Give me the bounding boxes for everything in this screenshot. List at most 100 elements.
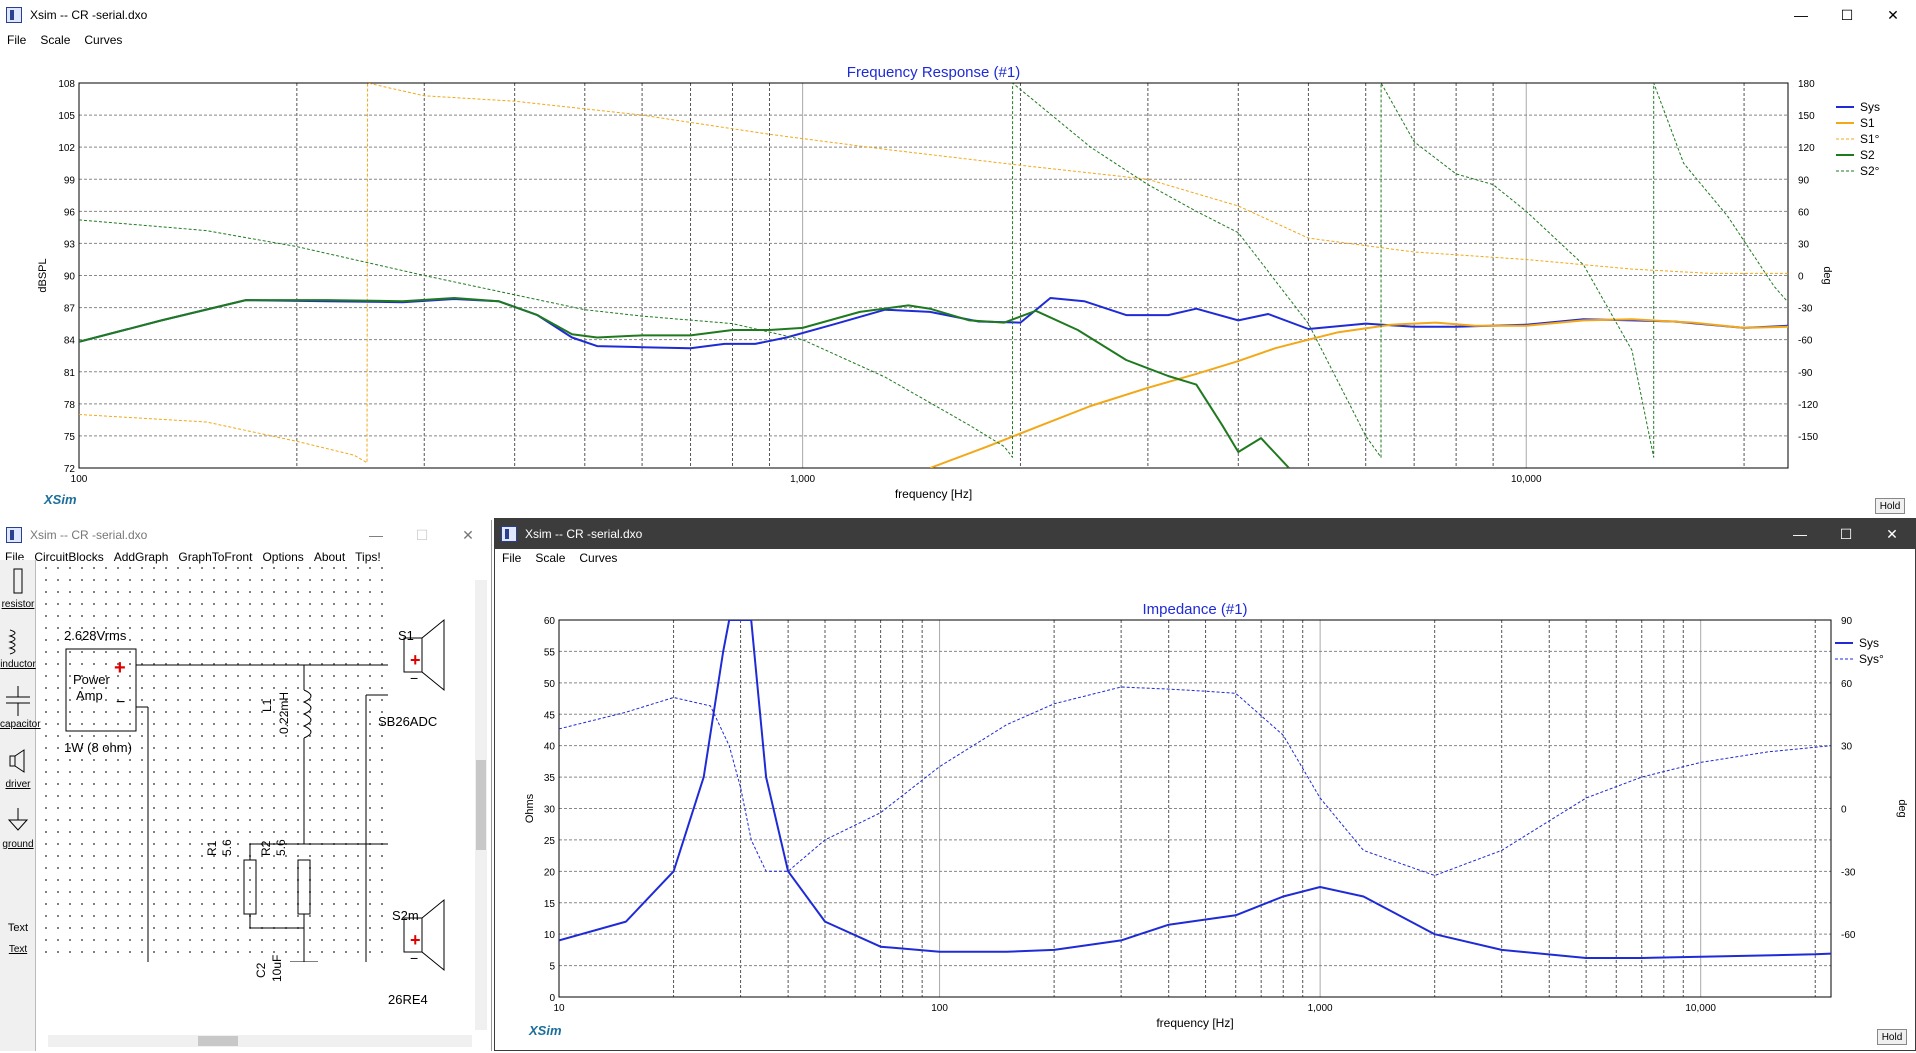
series-line-s1-phase: [79, 83, 1788, 464]
menu-curves[interactable]: Curves: [77, 33, 129, 47]
horizontal-scrollbar[interactable]: [48, 1035, 472, 1047]
frequency-response-svg[interactable]: 1081051029996939087848178757218015012090…: [0, 50, 1916, 520]
vertical-scrollbar[interactable]: [475, 580, 487, 1030]
menu-scale[interactable]: Scale: [528, 551, 572, 565]
scroll-thumb[interactable]: [198, 1036, 238, 1046]
y-tick-label: 93: [64, 239, 76, 250]
palette-inductor[interactable]: inductor: [0, 626, 36, 670]
palette-resistor[interactable]: resistor: [0, 566, 36, 610]
resistor-icon: [13, 568, 23, 594]
hold-button[interactable]: Hold: [1875, 498, 1905, 514]
series-line-sys: [559, 620, 1831, 959]
menu-curves[interactable]: Curves: [572, 551, 624, 565]
y-tick-label: 90: [64, 272, 76, 283]
y2-tick-label: -30: [1841, 867, 1856, 878]
series-line-s2-phase: [79, 83, 1788, 458]
y-tick-label: 50: [544, 679, 556, 690]
window-title: Xsim -- CR -serial.dxo: [30, 8, 148, 22]
palette-text[interactable]: Text Text: [0, 922, 36, 955]
driver-S1-cone: [421, 618, 445, 692]
hold-button[interactable]: Hold: [1877, 1029, 1907, 1045]
driver-icon: [9, 749, 25, 773]
y-tick-label: 30: [544, 805, 556, 816]
legend-label: S2°: [1860, 164, 1880, 178]
S2-minus-terminal: −: [410, 950, 419, 966]
y-tick-label: 75: [64, 432, 76, 443]
series-line-s2: [79, 297, 1290, 468]
amp-name-line1: Power: [73, 672, 110, 687]
impedance-graph[interactable]: 60 55 50 45 40 35 30 25 20 15 10 5 0 90 60 30 0 -30 -60 10 1…: [495, 569, 1915, 1050]
y-tick-label: 105: [58, 111, 75, 122]
y-tick-label: 108: [58, 79, 75, 90]
close-button[interactable]: ✕: [1869, 519, 1915, 549]
circuit-titlebar[interactable]: Xsim -- CR -serial.dxo — ☐ ✕: [0, 520, 491, 550]
schematic-svg[interactable]: [40, 562, 388, 962]
impedance-titlebar[interactable]: Xsim -- CR -serial.dxo — ☐ ✕: [495, 519, 1915, 549]
minimize-button[interactable]: —: [1777, 519, 1823, 549]
menu-file[interactable]: File: [0, 33, 33, 47]
y-tick-label: 35: [544, 773, 556, 784]
y-tick-label: 84: [64, 336, 76, 347]
y2-tick-label: 180: [1798, 79, 1815, 90]
C2-value: 10uF: [270, 954, 284, 982]
circuit-window: Xsim -- CR -serial.dxo — ☐ ✕ File Circui…: [0, 520, 492, 1051]
S1-plus-terminal: +: [410, 650, 421, 670]
y-tick-label: 99: [64, 175, 76, 186]
y-axis-label: dBSPL: [37, 258, 49, 292]
frequency-response-graph[interactable]: 108 105 102 99 96 93 90 87 84 81 78 75 72 180 150 120 90…: [0, 50, 1916, 520]
y-tick-label: 5: [549, 962, 555, 973]
S1-minus-terminal: −: [410, 670, 419, 686]
y-tick-label: 78: [64, 400, 76, 411]
app-icon: [6, 7, 22, 23]
S2-plus-terminal: +: [410, 930, 421, 950]
close-button[interactable]: ✕: [1870, 0, 1916, 30]
y2-tick-label: -30: [1798, 304, 1813, 315]
palette-label: capacitor: [0, 719, 41, 730]
amp-power: 1W (8 ohm): [64, 740, 132, 755]
maximize-button[interactable]: ☐: [1824, 0, 1870, 30]
palette-ground[interactable]: ground: [0, 806, 36, 850]
legend-label: Sys: [1859, 636, 1879, 650]
y2-tick-label: 60: [1841, 679, 1853, 690]
main-titlebar[interactable]: Xsim -- CR -serial.dxo — ☐ ✕: [0, 0, 1916, 30]
y2-axis-label: deg: [1821, 266, 1833, 284]
minimize-button[interactable]: —: [1778, 0, 1824, 30]
impedance-menubar: File Scale Curves: [495, 548, 1915, 568]
driver-S2-cone: [421, 898, 445, 972]
y2-tick-label: 150: [1798, 111, 1815, 122]
close-button[interactable]: ✕: [445, 520, 491, 550]
x-tick-label: 1,000: [1308, 1003, 1333, 1014]
scroll-thumb[interactable]: [476, 760, 486, 850]
schematic-canvas[interactable]: [40, 562, 388, 962]
resistor-R1[interactable]: [243, 859, 257, 915]
y-tick-label: 81: [64, 368, 76, 379]
palette-driver[interactable]: driver: [0, 746, 36, 790]
series-line-sys: [79, 297, 1788, 350]
minimize-button[interactable]: —: [353, 520, 399, 550]
series-line-sys-phase: [559, 686, 1831, 876]
main-window: Xsim -- CR -serial.dxo — ☐ ✕ File Scale …: [0, 0, 1916, 520]
menu-file[interactable]: File: [495, 551, 528, 565]
maximize-button[interactable]: ☐: [1823, 519, 1869, 549]
maximize-button[interactable]: ☐: [399, 520, 445, 550]
x-axis-label: frequency [Hz]: [895, 487, 972, 501]
y-tick-label: 45: [544, 710, 556, 721]
S1-model: SB26ADC: [378, 714, 438, 729]
y-tick-label: 20: [544, 867, 556, 878]
x-tick-label: 100: [931, 1003, 948, 1014]
y2-axis-label: deg: [1896, 799, 1908, 817]
amp-name-line2: Amp: [76, 688, 103, 703]
y2-tick-label: -120: [1798, 400, 1818, 411]
impedance-window-title: Xsim -- CR -serial.dxo: [525, 527, 643, 541]
menu-scale[interactable]: Scale: [33, 33, 77, 47]
L1-value: 0.22mH: [277, 691, 291, 734]
R1-label: R1: [205, 840, 219, 856]
y2-tick-label: 120: [1798, 143, 1815, 154]
resistor-R2[interactable]: [297, 859, 311, 915]
palette-capacitor[interactable]: capacitor: [0, 686, 41, 730]
circuit-window-title: Xsim -- CR -serial.dxo: [30, 528, 148, 542]
legend-label: S1: [1860, 116, 1875, 130]
inductor-L1[interactable]: [302, 689, 312, 739]
S2-model: 26RE4: [388, 992, 428, 1007]
impedance-svg[interactable]: 6055504540353025201510509060300-30-6010 1…: [495, 569, 1915, 1050]
